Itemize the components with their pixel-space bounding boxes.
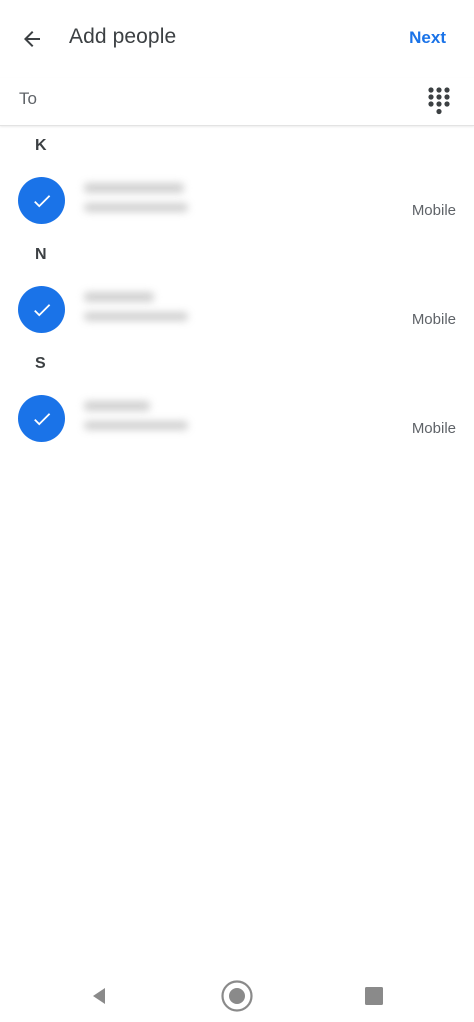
contact-number-redacted <box>84 421 188 430</box>
recipient-input[interactable] <box>54 84 394 118</box>
nav-recents-icon <box>365 987 383 1005</box>
contact-name-redacted <box>84 292 154 302</box>
section-header-n: N <box>35 246 47 263</box>
add-people-screen: Add people Next To K Mobile N Mobile S M… <box>0 0 474 1022</box>
phone-type-label: Mobile <box>411 420 456 437</box>
phone-type-label: Mobile <box>411 311 456 328</box>
arrow-back-icon <box>24 31 40 47</box>
check-icon <box>33 303 50 316</box>
check-icon <box>33 194 50 207</box>
contact-row[interactable]: Mobile <box>0 274 474 346</box>
nav-back-icon <box>93 988 105 1004</box>
page-title: Add people <box>69 25 177 48</box>
check-icon <box>33 412 50 425</box>
selected-check-avatar[interactable] <box>18 177 65 224</box>
recipient-field-row: To <box>0 78 474 126</box>
section-header-k: K <box>35 137 47 154</box>
phone-type-label: Mobile <box>411 202 456 219</box>
selected-check-avatar[interactable] <box>18 395 65 442</box>
contact-row[interactable]: Mobile <box>0 383 474 455</box>
contact-number-redacted <box>84 312 188 321</box>
back-button[interactable] <box>10 17 54 61</box>
section-header-s: S <box>35 355 46 372</box>
next-button[interactable]: Next <box>409 28 446 48</box>
nav-home-button[interactable] <box>215 974 259 1018</box>
contact-row[interactable]: Mobile <box>0 165 474 237</box>
selected-check-avatar[interactable] <box>18 286 65 333</box>
app-bar: Add people Next <box>0 0 474 78</box>
nav-recents-button[interactable] <box>352 974 396 1018</box>
dialpad-icon <box>428 87 450 115</box>
contact-name-redacted <box>84 183 184 193</box>
contact-list: K Mobile N Mobile S Mobile <box>0 128 474 455</box>
nav-back-button[interactable] <box>77 974 121 1018</box>
contact-name-redacted <box>84 401 150 411</box>
to-label: To <box>19 89 37 108</box>
nav-home-icon <box>221 980 253 1012</box>
dialpad-button[interactable] <box>422 83 456 119</box>
system-nav-bar <box>0 966 474 1022</box>
contact-number-redacted <box>84 203 188 212</box>
